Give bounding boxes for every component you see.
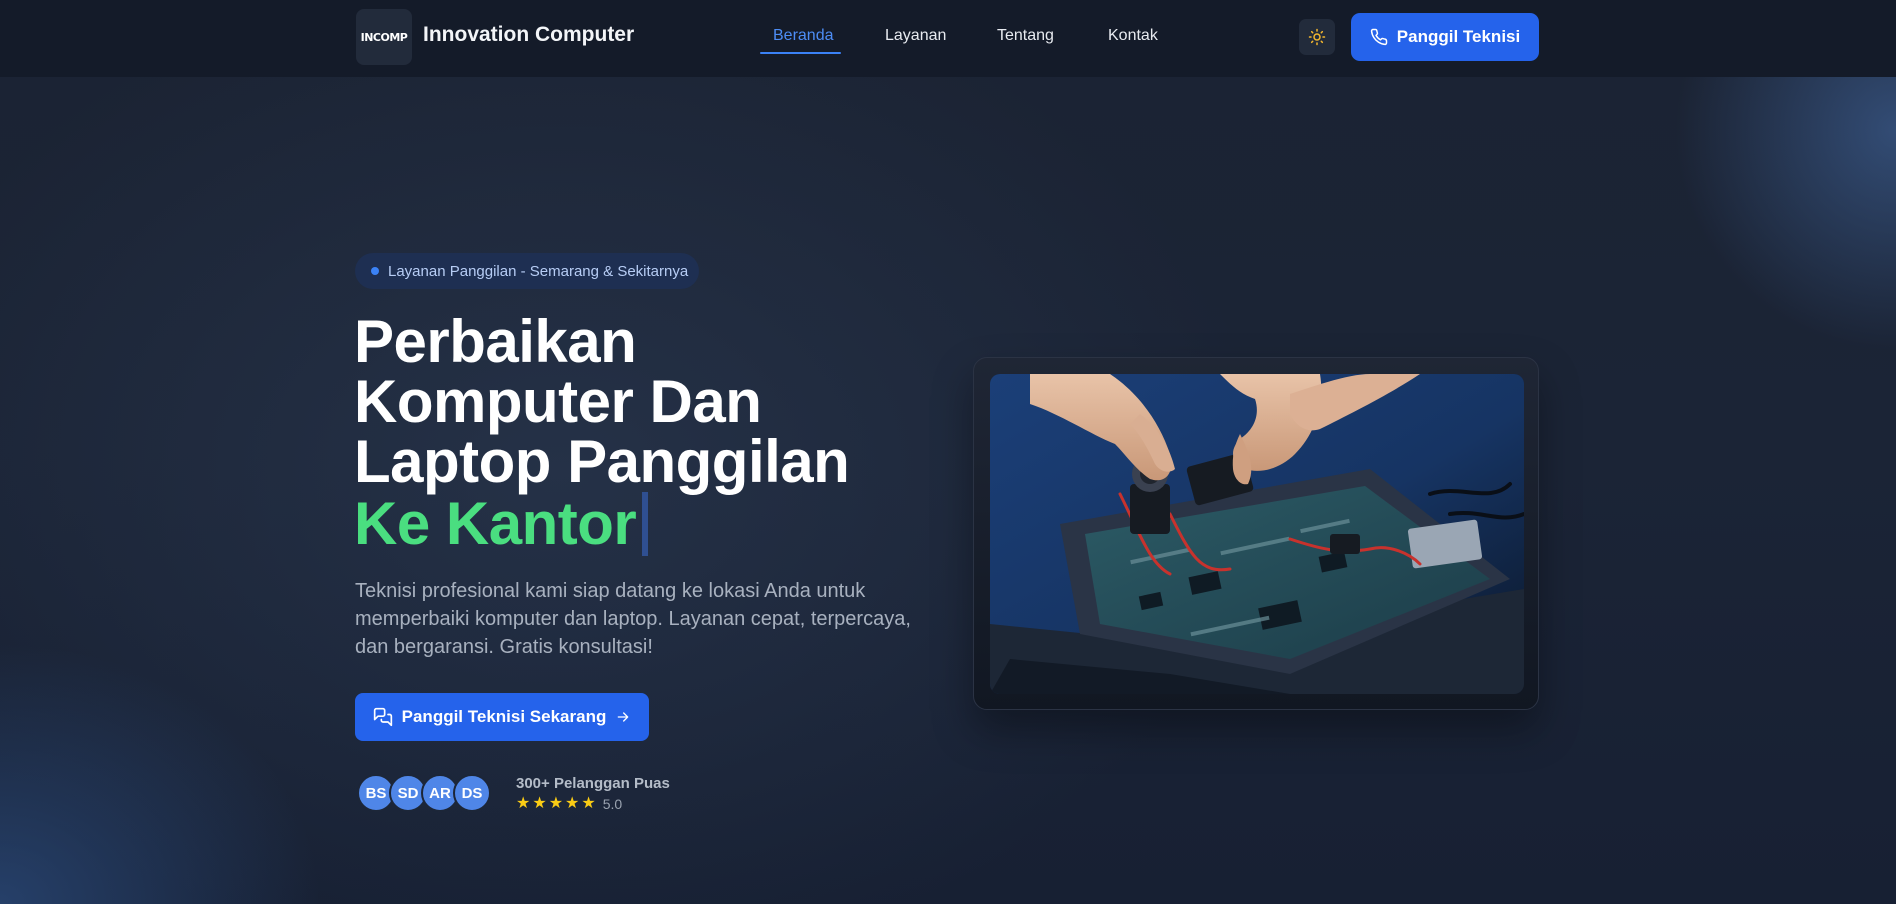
- active-nav-indicator: [760, 52, 841, 54]
- service-area-badge: Layanan Panggilan - Semarang & Sekitarny…: [355, 253, 699, 289]
- phone-icon: [1370, 28, 1388, 46]
- star-icon: ★: [516, 795, 531, 812]
- theme-toggle-button[interactable]: [1299, 19, 1335, 55]
- star-icon: ★: [548, 795, 564, 812]
- arrow-right-icon: [618, 712, 629, 722]
- call-technician-button[interactable]: Panggil Teknisi: [1351, 13, 1539, 61]
- hero-title: Perbaikan Komputer Dan Laptop Panggilan …: [354, 308, 850, 557]
- hero-image: [990, 374, 1524, 694]
- avatar: DS: [453, 774, 491, 812]
- star-icon: ★: [565, 795, 580, 812]
- logo[interactable]: INCOMP: [356, 9, 412, 65]
- nav-link-kontak[interactable]: Kontak: [1108, 27, 1158, 45]
- sun-icon: [1308, 28, 1326, 46]
- hero-image-card: [973, 357, 1539, 710]
- nav-link-beranda[interactable]: Beranda: [773, 27, 834, 45]
- star-icon: ★: [532, 795, 547, 812]
- nav-link-layanan[interactable]: Layanan: [885, 27, 946, 45]
- rating-value: 5.0: [602, 796, 623, 812]
- brand-name[interactable]: Innovation Computer: [423, 23, 634, 47]
- hero-title-accent: Ke Kantor: [354, 490, 637, 557]
- logo-text: INCOMP: [360, 30, 408, 44]
- typing-caret: [642, 492, 649, 556]
- hero-description: Teknisi profesional kami siap datang ke …: [355, 580, 911, 658]
- top-navbar: INCOMP Innovation Computer Beranda Layan…: [0, 0, 1896, 77]
- call-technician-now-button[interactable]: Panggil Teknisi Sekarang: [355, 693, 649, 741]
- badge-dot-icon: [371, 267, 379, 275]
- hero-title-line: Komputer Dan: [354, 368, 762, 435]
- rating-stars: ★ ★ ★ ★ ★ 5.0: [516, 795, 622, 813]
- call-button-label: Panggil Teknisi: [1396, 27, 1521, 46]
- cta-label: Panggil Teknisi Sekarang: [401, 707, 607, 726]
- hero-title-line: Perbaikan: [354, 308, 637, 375]
- page-background: [0, 0, 1896, 904]
- badge-label: Layanan Panggilan - Semarang & Sekitarny…: [388, 262, 689, 280]
- star-icon: ★: [581, 795, 596, 812]
- hero-title-line: Laptop Panggilan: [354, 428, 850, 495]
- customer-count: 300+ Pelanggan Puas: [516, 775, 670, 792]
- nav-link-tentang[interactable]: Tentang: [997, 27, 1054, 45]
- chat-icon: [373, 707, 392, 727]
